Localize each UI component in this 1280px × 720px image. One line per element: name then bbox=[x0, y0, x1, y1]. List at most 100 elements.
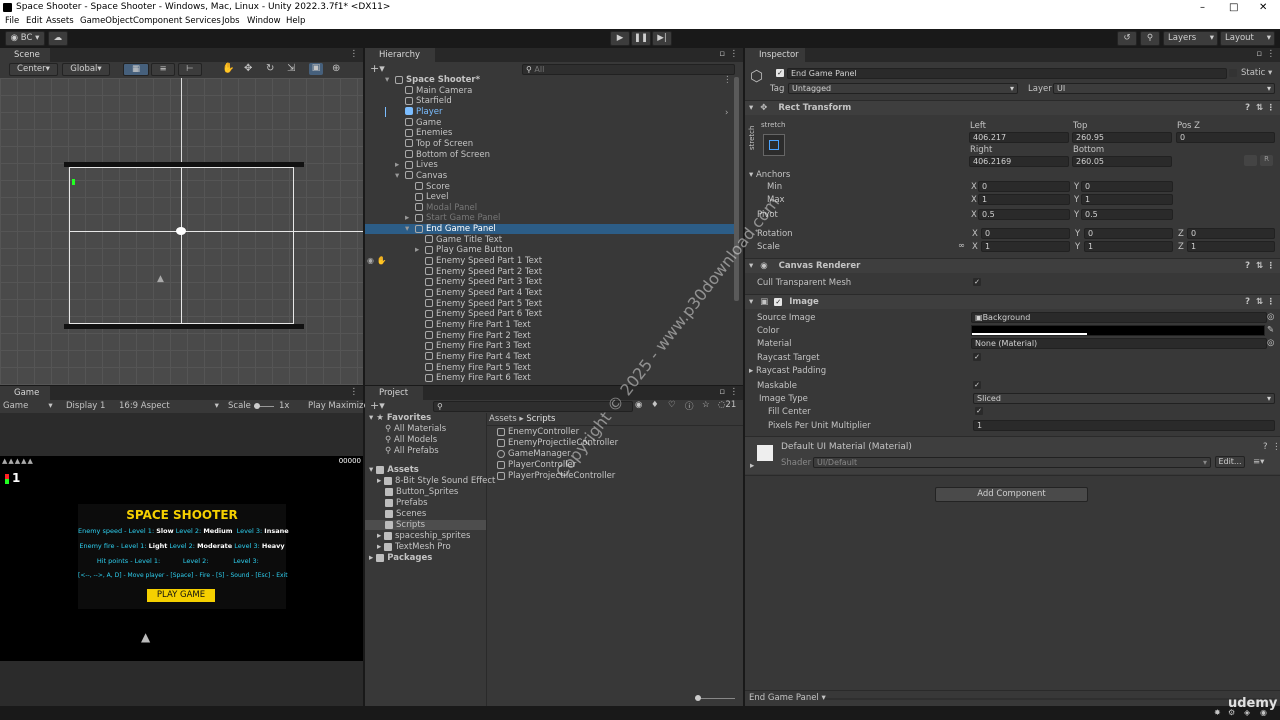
hierarchy-menu-icon[interactable]: ⋮ bbox=[730, 49, 739, 59]
hierarchy-item[interactable]: Enemy Fire Part 3 Text bbox=[365, 341, 734, 351]
project-add-button[interactable]: +▾ bbox=[370, 399, 385, 412]
rot-z-field[interactable]: 0 bbox=[1187, 228, 1275, 239]
expand-arrow-icon[interactable]: ▾ bbox=[405, 224, 409, 234]
visibility-eye-icon[interactable]: ◉ ✋ bbox=[367, 256, 386, 265]
help-icon[interactable]: ? bbox=[1245, 295, 1250, 310]
posz-field[interactable]: 0 bbox=[1176, 132, 1275, 143]
close-icon[interactable]: ✕ bbox=[1259, 0, 1267, 15]
hierarchy-item[interactable]: Enemies bbox=[365, 128, 734, 138]
debug-icon[interactable]: ✸ bbox=[1214, 708, 1221, 717]
hierarchy-item[interactable]: Player bbox=[365, 107, 734, 117]
root-menu-icon[interactable]: ⋮ bbox=[723, 75, 732, 85]
console-icon[interactable]: ◈ bbox=[1244, 708, 1250, 717]
shader-menu-icon[interactable]: ≡▾ bbox=[1253, 457, 1264, 467]
maximize-icon[interactable]: □ bbox=[1229, 0, 1238, 15]
search-by-label-icon[interactable]: ♦ bbox=[651, 400, 659, 410]
hierarchy-item[interactable]: Level bbox=[365, 192, 734, 202]
object-name-input[interactable]: End Game Panel bbox=[787, 68, 1227, 79]
image-enabled-checkbox[interactable]: ✓ bbox=[774, 298, 783, 306]
scale-z-field[interactable]: 1 bbox=[1187, 241, 1275, 252]
increment-button[interactable]: ⊢ bbox=[178, 63, 202, 76]
fill-center-checkbox[interactable]: ✓ bbox=[975, 407, 983, 415]
breadcrumb-assets[interactable]: Assets bbox=[489, 414, 517, 424]
color-swatch[interactable] bbox=[971, 325, 1265, 336]
script-file[interactable]: EnemyProjectileController bbox=[497, 438, 618, 448]
static-checkbox[interactable] bbox=[1229, 69, 1237, 77]
space-dropdown[interactable]: Global▾ bbox=[62, 63, 110, 76]
play-mode-dropdown[interactable]: Play Maximize bbox=[308, 401, 369, 411]
raycast-target-checkbox[interactable]: ✓ bbox=[973, 353, 981, 361]
hierarchy-item[interactable]: Game Title Text bbox=[365, 235, 734, 245]
hierarchy-lock-icon[interactable]: ▫ bbox=[719, 49, 725, 59]
footer-object-dropdown[interactable]: End Game Panel ▾ bbox=[749, 693, 826, 703]
cull-checkbox[interactable]: ✓ bbox=[973, 278, 981, 286]
favorites-header[interactable]: ▾ ★ Favorites bbox=[369, 413, 431, 423]
menu-edit[interactable]: Edit bbox=[26, 16, 42, 26]
max-x-field[interactable]: 1 bbox=[978, 194, 1070, 205]
hierarchy-item[interactable]: Enemy Fire Part 4 Text bbox=[365, 352, 734, 362]
static-dropdown-icon[interactable]: ▾ bbox=[1268, 68, 1272, 78]
tag-dropdown[interactable]: Untagged ▾ bbox=[788, 83, 1018, 94]
menu-help[interactable]: Help bbox=[286, 16, 305, 26]
pivot-handle-icon[interactable] bbox=[176, 227, 186, 235]
hierarchy-item[interactable]: Enemy Fire Part 5 Text bbox=[365, 363, 734, 373]
hierarchy-item[interactable]: Starfield bbox=[365, 96, 734, 106]
maskable-checkbox[interactable]: ✓ bbox=[973, 381, 981, 389]
min-x-field[interactable]: 0 bbox=[978, 181, 1070, 192]
rect-tool-icon[interactable]: ▣ bbox=[309, 63, 323, 75]
assets-header[interactable]: ▾ Assets bbox=[369, 465, 419, 475]
preset-icon[interactable]: ⇅ bbox=[1256, 295, 1263, 310]
image-header[interactable]: ▾ ▣ ✓ Image ? ⇅ ⋮ bbox=[745, 294, 1280, 309]
pivot-dropdown[interactable]: Center▾ bbox=[9, 63, 58, 76]
search-by-type-icon[interactable]: ◉ bbox=[635, 400, 642, 410]
rect-transform-header[interactable]: ▾ ✥ Rect Transform ? ⇅ ⋮ bbox=[745, 100, 1280, 115]
favorite-item[interactable]: ⚲ All Models bbox=[385, 435, 437, 445]
hierarchy-item[interactable]: Enemy Speed Part 3 Text bbox=[365, 277, 734, 287]
anchor-presets-button[interactable] bbox=[763, 134, 785, 156]
menu-window[interactable]: Window bbox=[247, 16, 281, 26]
aspect-dropdown[interactable]: 16:9 Aspect ▾ bbox=[119, 401, 219, 411]
menu-services[interactable]: Services bbox=[185, 16, 221, 26]
scale-tool-icon[interactable]: ⇲ bbox=[287, 63, 295, 74]
pivot-x-field[interactable]: 0.5 bbox=[978, 209, 1070, 220]
material-help-icon[interactable]: ? bbox=[1263, 442, 1268, 452]
favorite-item[interactable]: ⚲ All Materials bbox=[385, 424, 446, 434]
hierarchy-item[interactable]: Enemy Speed Part 1 Text bbox=[365, 256, 734, 266]
rotate-tool-icon[interactable]: ↻ bbox=[266, 63, 274, 74]
tab-game[interactable]: Game bbox=[0, 386, 50, 400]
game-mode-dropdown[interactable]: Game ▾ bbox=[3, 401, 53, 411]
tab-hierarchy[interactable]: Hierarchy bbox=[365, 48, 435, 62]
rot-y-field[interactable]: 0 bbox=[1084, 228, 1173, 239]
max-y-field[interactable]: 1 bbox=[1081, 194, 1173, 205]
anchors-foldout[interactable]: ▾ Anchors bbox=[749, 170, 790, 180]
icon-size-slider-handle[interactable] bbox=[695, 695, 701, 701]
scale-slider-handle[interactable] bbox=[254, 403, 260, 409]
cloud-button[interactable]: ☁ bbox=[48, 31, 68, 46]
expand-arrow-icon[interactable]: ▾ bbox=[395, 171, 399, 181]
tab-inspector[interactable]: Inspector bbox=[745, 48, 805, 62]
packages-header[interactable]: ▸ Packages bbox=[369, 553, 432, 563]
add-component-button[interactable]: Add Component bbox=[935, 487, 1088, 502]
grid-snap-button[interactable]: ▦ bbox=[123, 63, 149, 76]
play-button[interactable]: ▶ bbox=[610, 31, 630, 46]
hierarchy-item[interactable]: Enemy Speed Part 4 Text bbox=[365, 288, 734, 298]
menu-gameobject[interactable]: GameObject bbox=[80, 16, 133, 26]
hierarchy-item[interactable]: Game bbox=[365, 118, 734, 128]
project-lock-icon[interactable]: ▫ bbox=[719, 387, 725, 397]
bottom-field[interactable]: 260.05 bbox=[1072, 156, 1172, 167]
tab-project[interactable]: Project bbox=[365, 386, 423, 400]
hierarchy-scroll-arrow-icon[interactable]: › bbox=[725, 108, 728, 118]
footer-resize-handle[interactable] bbox=[825, 698, 1275, 700]
hierarchy-item[interactable]: Modal Panel bbox=[365, 203, 734, 213]
collab-icon[interactable]: ◉ bbox=[1260, 708, 1267, 717]
hierarchy-scrollbar[interactable] bbox=[734, 77, 739, 301]
folder-item[interactable]: ▸ spaceship_sprites bbox=[377, 531, 470, 541]
image-type-dropdown[interactable]: Sliced ▾ bbox=[973, 393, 1275, 404]
canvas-renderer-header[interactable]: ▾ ◉ Canvas Renderer ? ⇅ ⋮ bbox=[745, 258, 1280, 273]
left-field[interactable]: 406.217 bbox=[969, 132, 1069, 143]
favorite-star-icon[interactable]: ☆ bbox=[702, 400, 710, 410]
star-filter-icon[interactable]: ♡ bbox=[668, 400, 676, 410]
hidden-packages-icon[interactable]: ◌21 bbox=[718, 400, 736, 410]
folder-item-selected[interactable]: Scripts bbox=[365, 520, 486, 530]
move-tool-icon[interactable]: ✥ bbox=[244, 63, 252, 74]
